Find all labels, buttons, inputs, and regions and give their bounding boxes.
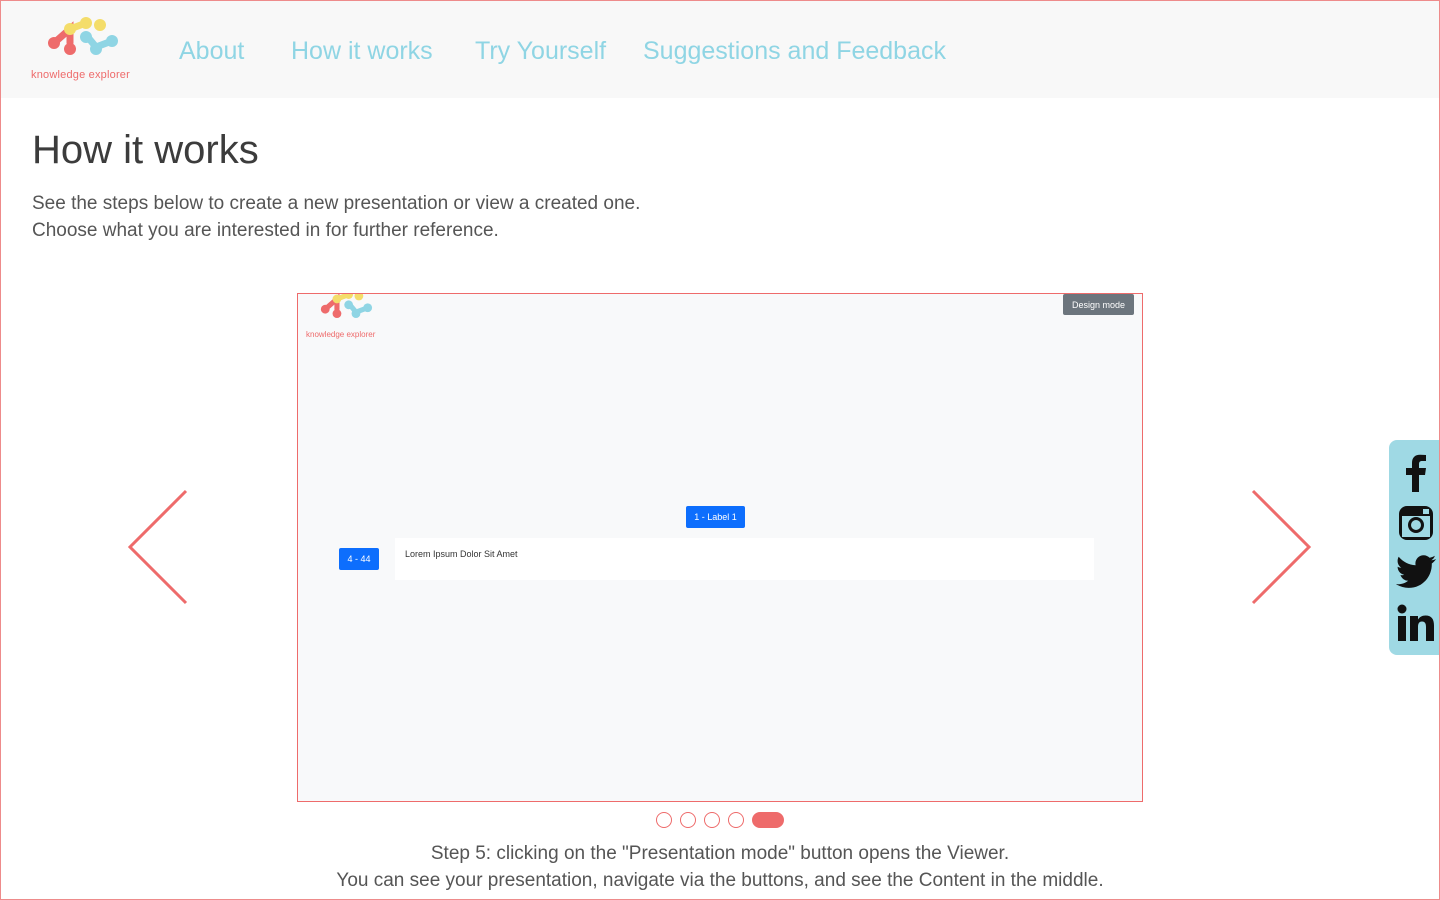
slide-content-box: Lorem Ipsum Dolor Sit Amet (395, 538, 1094, 580)
chevron-right-icon (1251, 489, 1312, 605)
carousel-indicator-4[interactable] (728, 812, 744, 828)
instagram-link[interactable] (1395, 502, 1437, 544)
twitter-icon (1396, 555, 1436, 588)
carousel-next-button[interactable] (1240, 487, 1320, 607)
nav-link-suggestions-feedback[interactable]: Suggestions and Feedback (643, 37, 946, 66)
twitter-link[interactable] (1395, 552, 1437, 594)
intro-text: See the steps below to create a new pres… (32, 190, 640, 244)
intro-line-2: Choose what you are interested in for fu… (32, 220, 499, 241)
social-sidebar (1389, 440, 1440, 655)
carousel-indicator-3[interactable] (704, 812, 720, 828)
caption-line-1: Step 5: clicking on the "Presentation mo… (430, 843, 1010, 864)
linkedin-icon (1397, 604, 1434, 641)
slide-label-button: 1 - Label 1 (686, 506, 745, 528)
facebook-link[interactable] (1395, 452, 1437, 494)
slide-logo-text: knowledge explorer (306, 330, 376, 339)
carousel-prev-button[interactable] (124, 487, 204, 607)
nav-link-try-yourself[interactable]: Try Yourself (475, 37, 606, 66)
carousel-slide-image: knowledge explorer Design mode 1 - Label… (297, 293, 1143, 802)
logo-text: knowledge explorer (31, 69, 130, 81)
nav-link-about[interactable]: About (179, 37, 244, 66)
carousel-indicator-5[interactable] (752, 812, 784, 828)
carousel-indicator-2[interactable] (680, 812, 696, 828)
carousel-caption: Step 5: clicking on the "Presentation mo… (0, 840, 1440, 894)
logo-molecule-icon (320, 294, 373, 318)
page-title: How it works (32, 128, 259, 172)
chevron-left-icon (127, 489, 188, 605)
linkedin-link[interactable] (1395, 602, 1437, 644)
carousel-indicator-1[interactable] (656, 812, 672, 828)
instagram-icon (1399, 506, 1433, 540)
facebook-icon (1406, 454, 1426, 492)
slide-nav-button: 4 - 44 (339, 548, 379, 570)
top-navbar: knowledge explorer About How it works Tr… (1, 1, 1439, 98)
intro-line-1: See the steps below to create a new pres… (32, 193, 641, 214)
nav-link-how-it-works[interactable]: How it works (291, 37, 433, 66)
carousel-indicators (656, 812, 784, 828)
caption-line-2: You can see your presentation, navigate … (336, 870, 1104, 891)
slide-logo: knowledge explorer (306, 294, 382, 340)
logo-molecule-icon (48, 17, 118, 55)
slide-design-mode-button: Design mode (1063, 294, 1134, 315)
brand-logo[interactable]: knowledge explorer (31, 15, 135, 85)
